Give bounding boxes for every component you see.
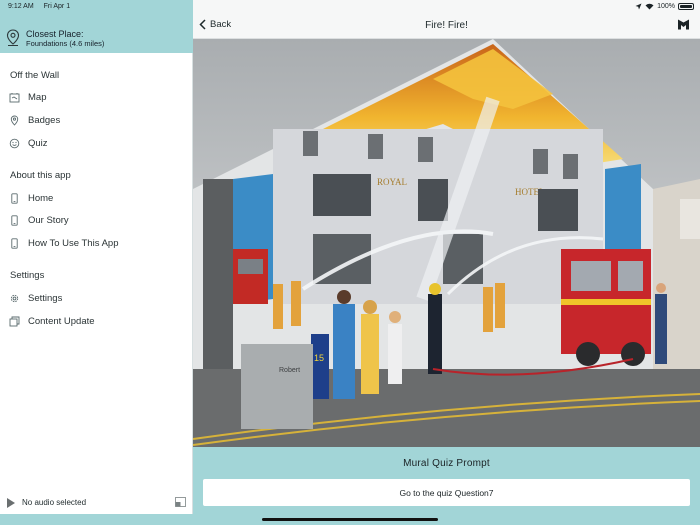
go-to-quiz-button[interactable]: Go to the quiz Question7 — [203, 479, 690, 506]
sidebar-item-quiz[interactable]: Quiz — [9, 135, 48, 151]
closest-place[interactable]: Closest Place: Foundations (4.6 miles) — [6, 29, 104, 49]
sidebar-item-label: Map — [28, 91, 47, 103]
sidebar-item-label: Settings — [28, 292, 63, 304]
mural-image: ROYAL HOTEL 15 Robert — [193, 39, 700, 447]
play-icon[interactable] — [7, 498, 15, 508]
expand-player-icon[interactable] — [175, 497, 186, 507]
sidebar: 9:12 AM Fri Apr 1 Closest Place: Foundat… — [0, 0, 193, 525]
mural-cabinet-text: Robert — [279, 367, 300, 374]
closest-place-label: Closest Place: — [26, 29, 84, 39]
prompt-title: Mural Quiz Prompt — [403, 458, 490, 469]
sidebar-item-label: Our Story — [28, 214, 69, 226]
main-panel: 100% Back Fire! Fire! ROYAL HOTEL 15 Rob… — [193, 0, 700, 525]
sidebar-item-label: How To Use This App — [28, 237, 119, 249]
status-bar-right: 100% — [635, 3, 694, 10]
battery-icon — [678, 3, 694, 10]
page-title: Fire! Fire! — [425, 20, 468, 31]
brand-logo-icon[interactable] — [677, 18, 690, 31]
sidebar-item-home[interactable]: Home — [9, 190, 53, 206]
section-title-settings: Settings — [10, 270, 45, 281]
sidebar-item-label: Quiz — [28, 137, 48, 149]
status-bar-left: 9:12 AM Fri Apr 1 — [8, 3, 78, 10]
pin-icon — [9, 115, 20, 126]
status-date: Fri Apr 1 — [43, 3, 71, 10]
wifi-icon — [645, 3, 654, 10]
mural-number: 15 — [314, 353, 324, 363]
sidebar-item-our-story[interactable]: Our Story — [9, 212, 69, 228]
phone-icon — [9, 214, 20, 226]
update-icon — [9, 316, 20, 327]
section-title-about: About this app — [10, 170, 71, 181]
sidebar-item-how-to-use[interactable]: How To Use This App — [9, 235, 118, 251]
location-arrow-icon — [635, 3, 642, 10]
gear-icon — [9, 293, 20, 304]
phone-icon — [9, 237, 20, 249]
quiz-icon — [9, 138, 20, 149]
sidebar-item-label: Content Update — [28, 315, 95, 327]
home-indicator[interactable] — [262, 518, 438, 521]
sidebar-item-label: Badges — [28, 114, 61, 126]
closest-place-value: Foundations (4.6 miles) — [26, 39, 105, 48]
status-time: 9:12 AM — [8, 3, 34, 10]
sidebar-item-content-update[interactable]: Content Update — [9, 313, 95, 329]
audio-status: No audio selected — [22, 498, 87, 507]
sidebar-item-settings[interactable]: Settings — [9, 290, 62, 306]
map-icon — [9, 92, 20, 103]
battery-percent: 100% — [657, 3, 675, 10]
sidebar-header: 9:12 AM Fri Apr 1 Closest Place: Foundat… — [0, 0, 193, 53]
navbar: 100% Back Fire! Fire! — [193, 0, 700, 39]
mural-sign-royal: ROYAL — [377, 177, 407, 187]
location-pin-icon — [6, 29, 20, 46]
quiz-prompt-panel: Mural Quiz Prompt Go to the quiz Questio… — [193, 447, 700, 525]
sidebar-item-label: Home — [28, 192, 54, 204]
audio-player: No audio selected — [0, 492, 193, 514]
phone-icon — [9, 192, 20, 204]
sidebar-item-map[interactable]: Map — [9, 89, 46, 105]
mural-photo: ROYAL HOTEL 15 Robert — [193, 39, 700, 447]
sidebar-item-badges[interactable]: Badges — [9, 112, 60, 128]
section-title-off-the-wall: Off the Wall — [10, 70, 60, 81]
sidebar-bottom-strip — [0, 514, 193, 525]
